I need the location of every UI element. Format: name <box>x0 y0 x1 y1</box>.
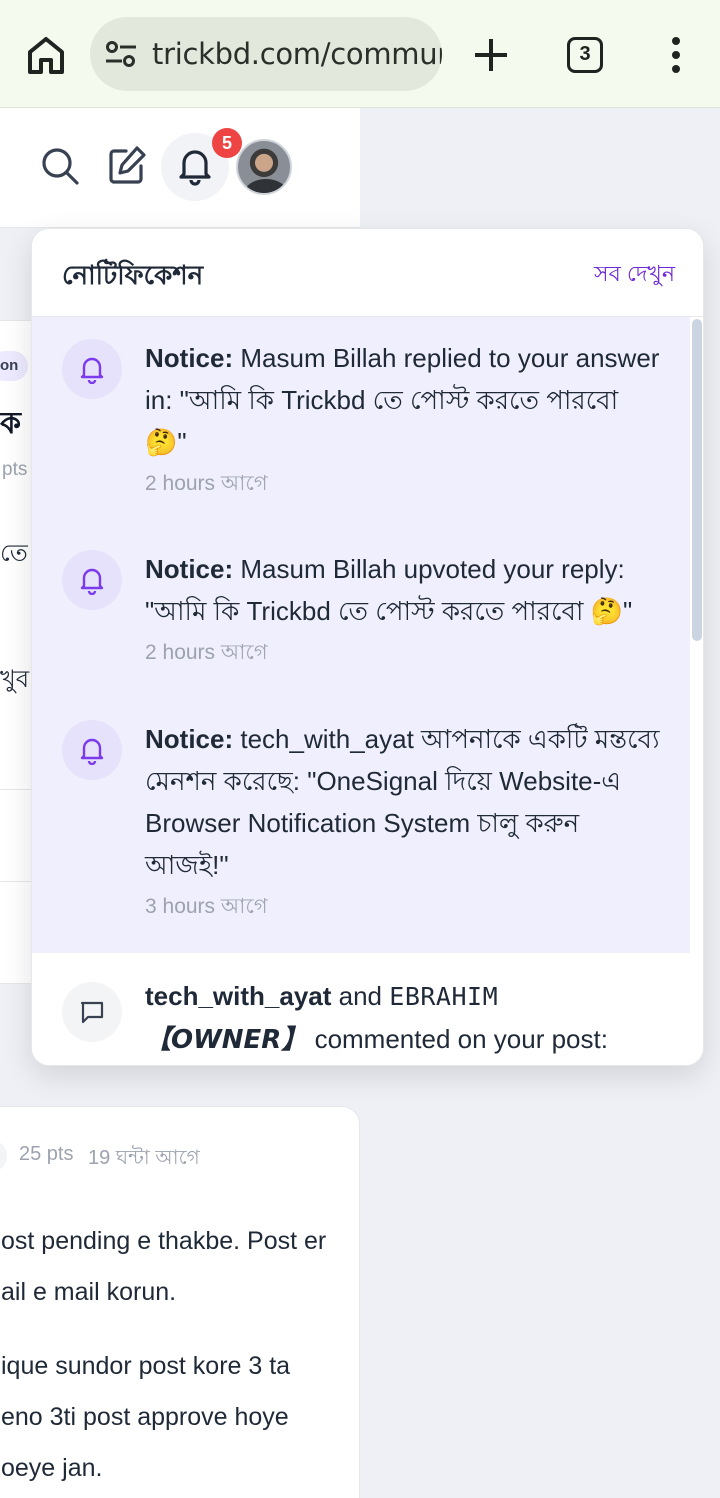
bell-icon <box>62 550 122 610</box>
owner-tag: 【𝙊𝙒𝙉𝙀𝙍】 <box>145 1024 308 1054</box>
notice-label: Notice: <box>145 554 234 584</box>
dropdown-header: নোটিফিকেশন সব দেখুন <box>32 229 703 317</box>
question-text-2: খুব <box>0 666 30 693</box>
url-text: trickbd.com/community <box>152 37 442 71</box>
category-tag[interactable]: on <box>0 351 29 381</box>
site-header: 5 <box>0 108 360 228</box>
notification-body: tech_with_ayat and 𝙴𝙱𝚁𝙰𝙷𝙸𝙼 【𝙊𝙒𝙉𝙀𝙍】 comme… <box>145 975 665 1060</box>
avatar[interactable] <box>236 139 292 195</box>
notification-list[interactable]: Notice: Masum Billah replied to your ans… <box>32 317 690 1065</box>
points-text: pts <box>2 459 28 480</box>
notification-text: commented on your post: <box>314 1024 608 1054</box>
notification-body: Notice: tech_with_ayat আপনাকে একটি মন্তব… <box>145 718 665 922</box>
tab-switcher-button[interactable]: 3 <box>567 37 603 73</box>
answer-line: eno 3ti post approve hoye <box>1 1403 289 1431</box>
notification-time: 2 hours আগে <box>145 472 268 495</box>
commenter-name-2[interactable]: 𝙴𝙱𝚁𝙰𝙷𝙸𝙼 <box>389 982 498 1011</box>
search-icon[interactable] <box>40 146 80 186</box>
view-all-link[interactable]: সব দেখুন <box>594 257 675 294</box>
overflow-menu-icon[interactable] <box>664 36 688 74</box>
question-text: তে <box>0 540 28 567</box>
notification-badge: 5 <box>212 128 242 158</box>
bell-icon <box>62 720 122 780</box>
notification-body: Notice: Masum Billah upvoted your reply:… <box>145 548 665 668</box>
site-settings-icon[interactable] <box>104 39 138 69</box>
answer-line: ique sundor post kore 3 ta <box>1 1352 291 1380</box>
bell-icon <box>62 339 122 399</box>
edit-icon[interactable] <box>106 144 148 186</box>
question-title[interactable]: ক <box>0 399 21 450</box>
home-icon[interactable] <box>24 34 68 76</box>
bell-icon <box>179 150 211 186</box>
address-bar[interactable]: trickbd.com/community <box>90 17 442 91</box>
answer-points: 25 pts <box>19 1143 74 1165</box>
notification-item[interactable]: tech_with_ayat and 𝙴𝙱𝚁𝙰𝙷𝙸𝙼 【𝙊𝙒𝙉𝙀𝙍】 comme… <box>32 953 690 1065</box>
answer-card: 25 pts 19 ঘন্টা আগে ost pending e thakbe… <box>0 1106 360 1498</box>
notice-label: Notice: <box>145 724 234 754</box>
new-tab-icon[interactable] <box>470 34 512 76</box>
notification-item[interactable]: Notice: tech_with_ayat আপনাকে একটি মন্তব… <box>32 699 690 953</box>
notification-body: Notice: Masum Billah replied to your ans… <box>145 337 665 499</box>
notification-time: 2 hours আগে <box>145 641 268 664</box>
dropdown-title: নোটিফিকেশন <box>62 260 204 290</box>
answer-time: 19 ঘন্টা আগে <box>88 1147 200 1169</box>
notification-item[interactable]: Notice: Masum Billah replied to your ans… <box>32 317 690 529</box>
commenter-name[interactable]: tech_with_ayat <box>145 981 331 1011</box>
notification-item[interactable]: Notice: Masum Billah upvoted your reply:… <box>32 529 690 699</box>
avatar <box>0 1141 7 1171</box>
notice-label: Notice: <box>145 343 234 373</box>
notifications-dropdown: নোটিফিকেশন সব দেখুন Notice: Masum Billah… <box>31 228 704 1066</box>
answer-line: ost pending e thakbe. Post er <box>1 1227 327 1255</box>
scrollbar-thumb[interactable] <box>692 319 702 641</box>
notification-time: 3 hours আগে <box>145 895 268 918</box>
answer-line: ail e mail korun. <box>1 1278 177 1306</box>
notification-text: and <box>338 981 383 1011</box>
browser-toolbar: trickbd.com/community 3 <box>0 0 720 108</box>
answer-line: oeye jan. <box>1 1454 103 1482</box>
comment-icon <box>62 982 122 1042</box>
